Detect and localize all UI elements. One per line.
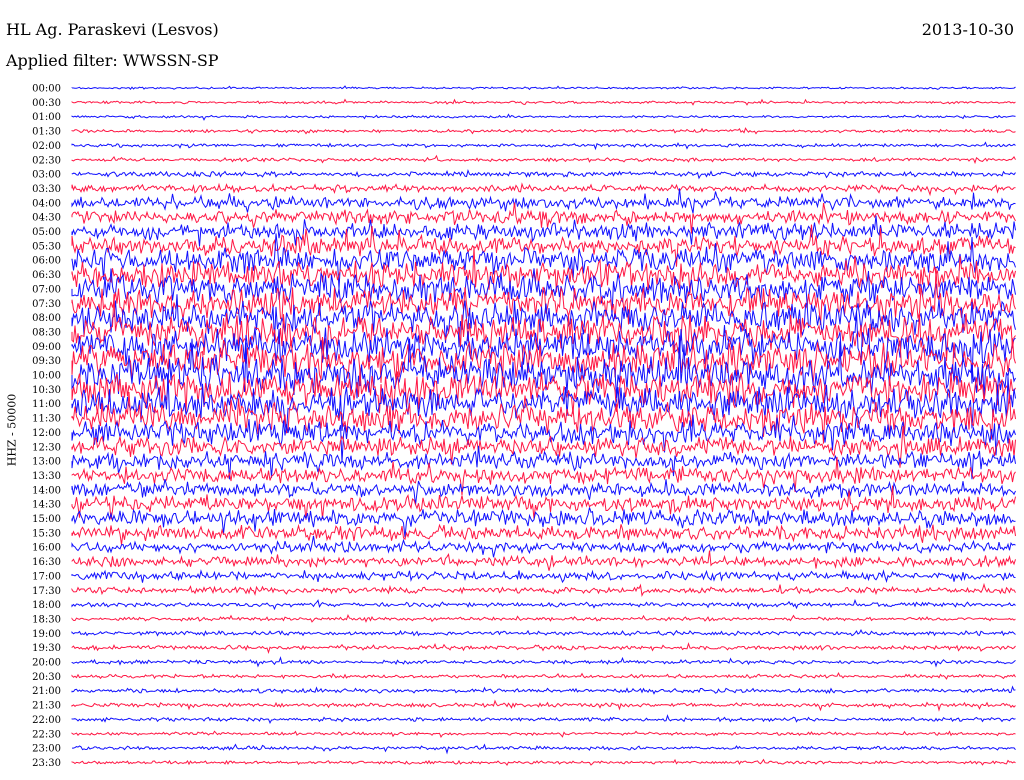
traces-group [71,85,1016,767]
time-label: 04:00 [32,198,61,209]
time-label: 00:00 [32,84,61,95]
time-label: 17:30 [32,586,61,597]
trace-row [71,127,1016,135]
time-label: 22:00 [32,715,61,726]
time-label: 06:30 [32,270,61,281]
time-label: 13:00 [32,457,61,468]
time-label: 23:00 [32,744,61,755]
trace-row [71,478,1016,506]
time-label: 22:30 [32,729,61,740]
trace-row [71,699,1016,712]
time-label: 06:00 [32,256,61,267]
time-label: 20:30 [32,672,61,683]
time-label: 02:30 [32,155,61,166]
time-label: 09:30 [32,356,61,367]
trace-row [71,188,1016,214]
time-label: 18:00 [32,600,61,611]
time-label: 03:30 [32,184,61,195]
trace-row [71,656,1016,668]
time-label: 00:30 [32,98,61,109]
trace-row [71,628,1016,637]
time-label: 07:30 [32,299,61,310]
time-label: 05:30 [32,241,61,252]
time-label: 19:00 [32,629,61,640]
time-label: 23:30 [32,758,61,769]
time-label: 21:00 [32,686,61,697]
trace-row [71,598,1016,611]
trace-row [71,85,1016,91]
time-label: 11:30 [32,414,61,425]
time-label: 16:30 [32,557,61,568]
time-labels-group: 00:00 00:30 01:00 01:30 02:00 02:30 03:00 03:30… [32,84,61,769]
time-label: 15:00 [32,514,61,525]
trace-row [71,671,1016,680]
time-label: 17:00 [32,571,61,582]
time-label: 21:30 [32,701,61,712]
time-label: 18:30 [32,614,61,625]
trace-row [71,215,1016,247]
trace-row [71,141,1016,151]
trace-row [71,550,1016,571]
trace-row [71,373,1016,433]
trace-row [71,614,1016,623]
trace-row [71,182,1016,197]
seismogram-plot: 00:00 00:30 01:00 01:30 02:00 02:30 03:00 03:30… [32,84,1016,769]
time-label: 12:00 [32,428,61,439]
time-label: 07:00 [32,284,61,295]
time-label: 13:30 [32,471,61,482]
trace-row [71,113,1016,121]
trace-row [71,233,1016,289]
time-label: 15:30 [32,528,61,539]
time-label: 05:00 [32,227,61,238]
time-label: 04:30 [32,213,61,224]
time-label: 08:30 [32,327,61,338]
trace-row [71,730,1016,739]
time-label: 01:00 [32,112,61,123]
time-label: 14:30 [32,500,61,511]
trace-row [71,582,1016,598]
time-label: 11:00 [32,399,61,410]
trace-row [71,98,1016,106]
time-label: 10:30 [32,385,61,396]
trace-row [71,714,1016,724]
trace-row [71,685,1016,695]
trace-row [71,154,1016,165]
time-label: 08:00 [32,313,61,324]
time-label: 20:00 [32,658,61,669]
trace-row [71,569,1016,584]
trace-row [71,169,1016,180]
time-label: 14:00 [32,485,61,496]
time-label: 16:00 [32,543,61,554]
trace-row [71,642,1016,655]
trace-row [71,758,1016,767]
channel-label: HHZ - 50000 [5,393,19,467]
time-label: 12:30 [32,442,61,453]
time-label: 02:00 [32,141,61,152]
trace-row [71,535,1016,558]
time-label: 09:00 [32,342,61,353]
time-label: 03:00 [32,170,61,181]
time-label: 19:30 [32,643,61,654]
time-label: 10:00 [32,371,61,382]
trace-row [72,743,1016,755]
time-label: 01:30 [32,127,61,138]
trace-row [71,369,1016,415]
trace-row [71,523,1016,545]
